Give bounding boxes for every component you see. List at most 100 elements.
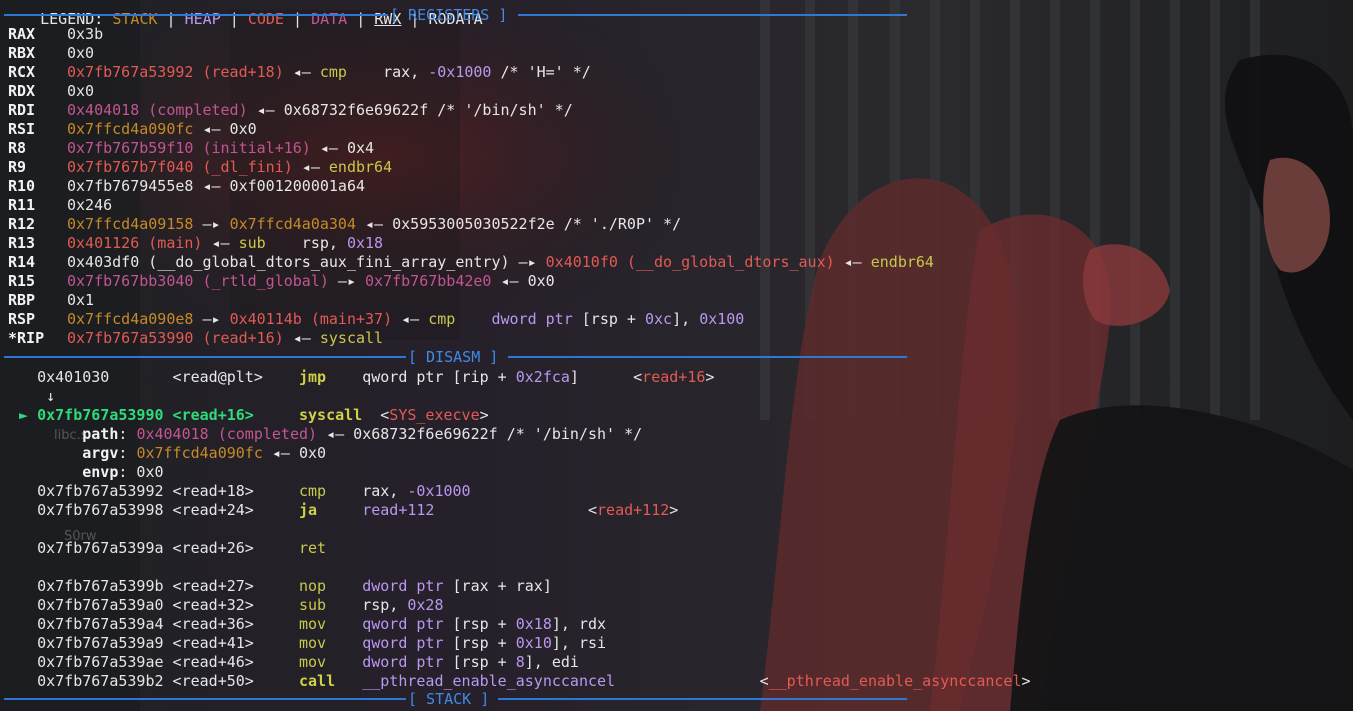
- legend-code: CODE: [247, 10, 284, 28]
- register-name: R15: [8, 272, 36, 290]
- register-row-rcx: RCX 0x7fb767a53992 (read+18) ◂— cmp rax, …: [8, 63, 591, 82]
- code-token: ◂—: [202, 234, 239, 252]
- code-token: SYS_execve: [389, 406, 480, 424]
- register-name: R14: [8, 253, 36, 271]
- code-token: cmp: [298, 482, 327, 500]
- terminal-window[interactable]: LEGEND: STACK | HEAP | CODE | DATA | RWX…: [0, 0, 1353, 711]
- code-token: call: [298, 672, 336, 690]
- disasm-line: 0x7fb767a539a9 <read+41> mov qword ptr […: [10, 634, 606, 653]
- code-token: read+112: [362, 501, 435, 519]
- code-token: —▸: [193, 215, 230, 233]
- register-row-r10: R10 0x7fb7679455e8 ◂— 0xf001200001a64: [8, 177, 365, 196]
- code-token: >: [1021, 672, 1031, 690]
- code-token: qword ptr: [362, 634, 444, 652]
- code-token: 0x40114b (main+37): [229, 310, 393, 328]
- code-token: ◂—: [292, 158, 329, 176]
- registers-separator-right: [518, 14, 907, 16]
- code-token: ◂— 0x68732f6e69622f /* '/bin/sh' */: [317, 425, 643, 443]
- register-name: RDI: [8, 101, 36, 119]
- code-token: 0x0: [67, 82, 95, 100]
- code-token: jmp: [298, 368, 327, 386]
- code-token: 0x7ffcd4a090fc: [67, 120, 194, 138]
- code-token: 0x18: [515, 615, 552, 633]
- code-token: ], rdx: [551, 615, 607, 633]
- code-token: 0x7fb7679455e8 ◂— 0xf001200001a64: [67, 177, 366, 195]
- disasm-line: 0x7fb767a539ae <read+46> mov dword ptr […: [10, 653, 579, 672]
- code-token: dword ptr: [362, 653, 444, 671]
- stack-separator-left: [4, 698, 406, 700]
- code-token: 0x3b: [67, 25, 104, 43]
- register-name: RSI: [8, 120, 36, 138]
- disasm-current-instruction: ► 0x7fb767a53990 <read+16> syscall <SYS_…: [10, 406, 489, 425]
- code-token: 0x7ffcd4a0a304: [229, 215, 356, 233]
- code-token: ],: [672, 310, 700, 328]
- code-token: 8: [515, 653, 525, 671]
- disasm-line: 0x7fb767a53992 <read+18> cmp rax, -0x100…: [10, 482, 471, 501]
- register-name: RSP: [8, 310, 36, 328]
- register-row-r13: R13 0x401126 (main) ◂— sub rsp, 0x18: [8, 234, 383, 253]
- code-token: 0x7ffcd4a09158: [67, 215, 194, 233]
- register-name: R11: [8, 196, 36, 214]
- code-token: 0x10: [515, 634, 552, 652]
- code-token: 0x7fb767a539ae <read+46>: [10, 653, 299, 671]
- disasm-line: 0x7fb767a539a4 <read+36> mov qword ptr […: [10, 615, 606, 634]
- code-token: 0x246: [67, 196, 113, 214]
- code-token: qword ptr: [362, 615, 444, 633]
- disasm-separator-right: [508, 356, 907, 358]
- register-row-r15: R15 0x7fb767bb3040 (_rtld_global) —▸ 0x7f…: [8, 272, 555, 291]
- code-token: dword ptr: [491, 310, 573, 328]
- code-token: [rax + rax]: [443, 577, 552, 595]
- code-token: 0x7fb767a53992 <read+18>: [10, 482, 299, 500]
- register-name: RAX: [8, 25, 36, 43]
- register-name: RBP: [8, 291, 36, 309]
- code-token: read+112: [597, 501, 670, 519]
- code-token: cmp: [319, 63, 347, 81]
- code-token: argv: [82, 444, 119, 462]
- code-token: [rsp +: [572, 310, 645, 328]
- code-token: rax,: [346, 63, 429, 81]
- code-token: ◂— 0x0: [262, 444, 327, 462]
- disasm-separator-left: [4, 356, 406, 358]
- register-name: RDX: [8, 82, 36, 100]
- code-token: >: [705, 368, 715, 386]
- code-token: 0x401126 (main): [67, 234, 203, 252]
- code-token: rsp,: [265, 234, 347, 252]
- code-token: __pthread_enable_asynccancel: [362, 672, 616, 690]
- code-token: <: [615, 672, 769, 690]
- disasm-line: 0x7fb767a539a0 <read+32> sub rsp, 0x28: [10, 596, 443, 615]
- code-token: 0x2fca: [515, 368, 570, 386]
- code-token: path: [82, 425, 119, 443]
- stack-banner: [ STACK ]: [408, 690, 490, 708]
- code-token: syscall: [298, 406, 363, 424]
- register-row-rdx: RDX 0x0: [8, 82, 94, 101]
- code-token: —▸: [193, 310, 230, 328]
- code-token: mov: [298, 653, 327, 671]
- code-token: 0x7fb767a53990 (read+16): [67, 329, 284, 347]
- code-token: 0x7fb767a5399a <read+26>: [10, 539, 299, 557]
- code-token: 0x7fb767a53992 (read+18): [67, 63, 284, 81]
- code-token: nop: [298, 577, 327, 595]
- register-row-r11: R11 0x246: [8, 196, 112, 215]
- code-token: 0x404018 (completed): [67, 101, 248, 119]
- code-token: ↓: [10, 387, 56, 405]
- code-token: qword ptr [rip +: [326, 368, 516, 386]
- code-token: ◂—: [283, 329, 320, 347]
- code-token: 0x7fb767bb42e0: [365, 272, 492, 290]
- register-name: *RIP: [8, 329, 45, 347]
- code-token: 0x7ffcd4a090fc: [136, 444, 263, 462]
- code-token: 0x7fb767a539b2 <read+50>: [10, 672, 299, 690]
- code-token: 0x7fb767a539a9 <read+41>: [10, 634, 299, 652]
- disasm-line: 0x7fb767a5399b <read+27> nop dword ptr […: [10, 577, 552, 596]
- code-token: ◂— 0x0: [193, 120, 257, 138]
- code-token: :: [118, 425, 137, 443]
- code-token: 0x0: [67, 44, 95, 62]
- code-token: 0x18: [346, 234, 384, 252]
- disasm-line: 0x7fb767a5399a <read+26> ret: [10, 539, 326, 558]
- code-token: 0x1: [67, 291, 95, 309]
